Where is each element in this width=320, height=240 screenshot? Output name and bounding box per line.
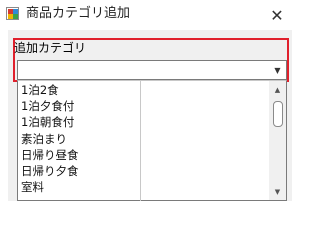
chevron-down-icon: ▼ bbox=[274, 187, 281, 196]
chevron-down-icon: ▼ bbox=[274, 65, 281, 75]
category-dropdown-list[interactable]: 1泊2食 1泊夕食付 1泊朝食付 素泊まり 日帰り昼食 日帰り夕食 室料 ▲ ▼ bbox=[17, 80, 287, 201]
list-item[interactable]: 1泊夕食付 bbox=[20, 98, 138, 114]
list-item[interactable]: 日帰り夕食 bbox=[20, 163, 138, 179]
title-bar[interactable]: 商品カテゴリ追加 ✕ bbox=[0, 0, 300, 30]
dropdown-scrollbar[interactable]: ▲ ▼ bbox=[269, 81, 286, 200]
close-icon: ✕ bbox=[270, 5, 284, 25]
scroll-down-button[interactable]: ▼ bbox=[269, 183, 286, 200]
list-item[interactable]: 日帰り昼食 bbox=[20, 147, 138, 163]
scroll-up-button[interactable]: ▲ bbox=[269, 81, 286, 98]
app-icon bbox=[6, 7, 19, 20]
chevron-up-icon: ▲ bbox=[274, 85, 281, 94]
list-item[interactable]: 1泊朝食付 bbox=[20, 114, 138, 130]
scrollbar-thumb[interactable] bbox=[273, 101, 283, 127]
list-item[interactable]: 1泊2食 bbox=[20, 82, 138, 98]
list-item[interactable]: 室料 bbox=[20, 179, 138, 195]
window-title: 商品カテゴリ追加 bbox=[26, 6, 131, 21]
dialog-body: 追加カテゴリ ▼ 1泊2食 1泊夕食付 1泊朝食付 素泊まり 日帰り昼食 日帰り… bbox=[8, 30, 292, 201]
list-item[interactable]: 素泊まり bbox=[20, 131, 138, 147]
close-button[interactable]: ✕ bbox=[254, 0, 300, 30]
dialog-window: 商品カテゴリ追加 ✕ 追加カテゴリ ▼ 1泊2食 1泊夕食付 1泊朝食付 素泊ま… bbox=[0, 0, 300, 201]
category-combobox[interactable]: ▼ bbox=[17, 60, 287, 80]
combo-dropdown-button[interactable]: ▼ bbox=[269, 61, 286, 79]
category-field-label: 追加カテゴリ bbox=[14, 41, 87, 55]
column-divider bbox=[140, 81, 141, 201]
dropdown-items: 1泊2食 1泊夕食付 1泊朝食付 素泊まり 日帰り昼食 日帰り夕食 室料 bbox=[20, 82, 138, 195]
